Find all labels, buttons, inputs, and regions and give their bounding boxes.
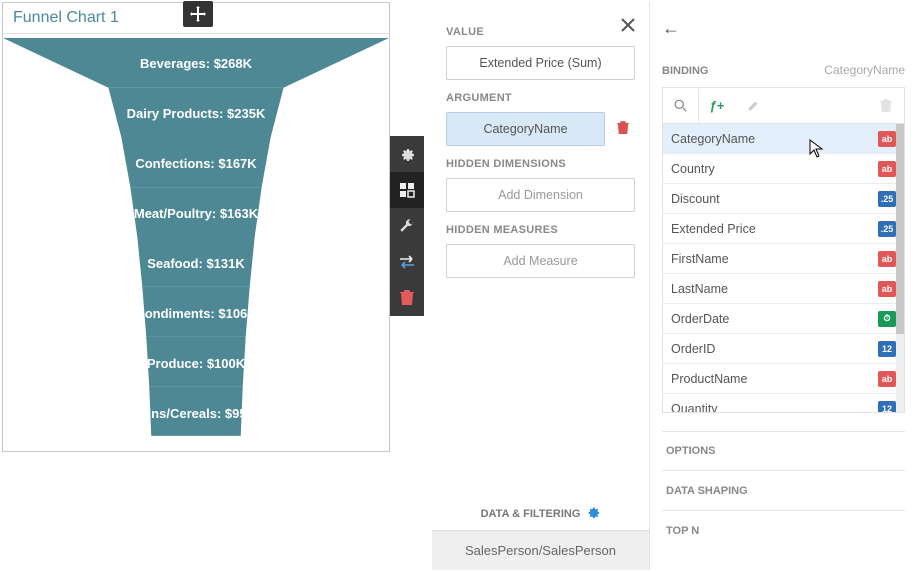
type-badge-num: .25: [878, 221, 896, 237]
datasource-label: SalesPerson/SalesPerson: [465, 543, 616, 558]
add-measure-button[interactable]: Add Measure: [446, 244, 635, 278]
funnel-chart-widget: Funnel Chart 1 Beverages: $268K Dairy Pr…: [2, 2, 390, 452]
search-icon[interactable]: [663, 89, 699, 123]
field-row-lastname[interactable]: LastNameab: [663, 274, 904, 304]
field-row-productname[interactable]: ProductNameab: [663, 364, 904, 394]
funnel-area: Beverages: $268K Dairy Products: $235K C…: [3, 34, 389, 451]
data-filtering-label: DATA & FILTERING: [481, 508, 581, 520]
datashaping-section[interactable]: DATA SHAPING: [662, 471, 905, 511]
binding-title: BINDING: [662, 65, 708, 77]
value-pill[interactable]: Extended Price (Sum): [446, 46, 635, 80]
value-section-label: VALUE: [446, 26, 635, 38]
fx-button[interactable]: ƒ+: [699, 89, 735, 123]
field-row-firstname[interactable]: FirstNameab: [663, 244, 904, 274]
type-badge-text: ab: [878, 251, 896, 267]
add-dimension-button[interactable]: Add Dimension: [446, 178, 635, 212]
field-row-extendedprice[interactable]: Extended Price.25: [663, 214, 904, 244]
field-list: CategoryNameab Countryab Discount.25 Ext…: [662, 123, 905, 413]
swap-icon[interactable]: [390, 244, 424, 280]
argument-remove-icon[interactable]: [617, 121, 629, 138]
hidden-meas-section-label: HIDDEN MEASURES: [446, 224, 635, 236]
options-section[interactable]: OPTIONS: [662, 431, 905, 471]
funnel-label: Produce: $100K: [3, 356, 389, 371]
binding-panel: ← BINDING CategoryName ƒ+ CategoryNameab…: [650, 2, 917, 570]
hidden-dim-section-label: HIDDEN DIMENSIONS: [446, 158, 635, 170]
edit-icon: [735, 89, 771, 123]
type-badge-date: ⏱: [878, 311, 896, 327]
data-filtering-link[interactable]: DATA & FILTERING: [446, 505, 636, 522]
field-row-categoryname[interactable]: CategoryNameab: [663, 124, 904, 154]
back-arrow-icon[interactable]: ←: [662, 18, 905, 39]
funnel-label: Seafood: $131K: [3, 256, 389, 271]
funnel-label: Beverages: $268K: [3, 56, 389, 71]
binding-current-field: CategoryName: [824, 63, 905, 77]
type-badge-text: ab: [878, 131, 896, 147]
funnel-shape: [3, 34, 389, 449]
close-icon[interactable]: [621, 18, 635, 37]
move-handle[interactable]: [183, 1, 213, 27]
field-row-orderdate[interactable]: OrderDate⏱: [663, 304, 904, 334]
argument-section-label: ARGUMENT: [446, 92, 635, 104]
field-row-country[interactable]: Countryab: [663, 154, 904, 184]
add-measure-label: Add Measure: [447, 254, 634, 268]
type-badge-numi: 12: [878, 341, 896, 357]
field-row-quantity[interactable]: Quantity12: [663, 394, 904, 413]
trash-icon: [868, 89, 904, 123]
type-badge-num: .25: [878, 191, 896, 207]
add-dimension-label: Add Dimension: [447, 188, 634, 202]
scroll-thumb[interactable]: [896, 124, 904, 334]
type-badge-text: ab: [878, 281, 896, 297]
config-panel: VALUE Extended Price (Sum) ARGUMENT Cate…: [432, 2, 650, 570]
funnel-label: Condiments: $106K: [3, 306, 389, 321]
type-badge-text: ab: [878, 161, 896, 177]
type-badge-numi: 12: [878, 401, 896, 413]
field-row-discount[interactable]: Discount.25: [663, 184, 904, 214]
gear-icon[interactable]: [390, 136, 424, 172]
topn-section[interactable]: TOP N: [662, 511, 905, 551]
binding-toolbar: ƒ+: [662, 87, 905, 123]
delete-icon[interactable]: [390, 280, 424, 316]
layout-icon[interactable]: [390, 172, 424, 208]
scrollbar[interactable]: [896, 124, 904, 412]
type-badge-text: ab: [878, 371, 896, 387]
argument-pill-text: CategoryName: [447, 122, 604, 136]
funnel-label: Dairy Products: $235K: [3, 106, 389, 121]
funnel-label: Grains/Cereals: $95.7K: [3, 406, 389, 421]
field-row-orderid[interactable]: OrderID12: [663, 334, 904, 364]
gear-icon: [586, 505, 600, 522]
funnel-label: Confections: $167K: [3, 156, 389, 171]
argument-pill[interactable]: CategoryName: [446, 112, 605, 146]
widget-toolbar: [390, 136, 424, 316]
wrench-icon[interactable]: [390, 208, 424, 244]
value-pill-text: Extended Price (Sum): [447, 56, 634, 70]
datasource-bar[interactable]: SalesPerson/SalesPerson: [432, 530, 649, 570]
funnel-label: Meat/Poultry: $163K: [3, 206, 389, 221]
